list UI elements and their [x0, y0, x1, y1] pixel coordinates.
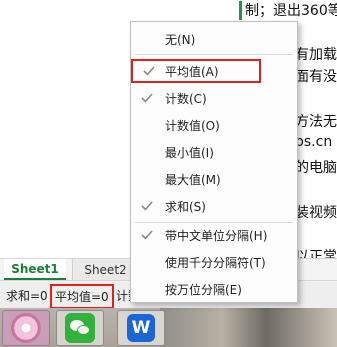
menu-item-label: 带中文单位分隔(H): [165, 228, 268, 243]
menu-item-label: 按万位分隔(E): [165, 282, 242, 297]
status-sum[interactable]: 求和=0: [6, 287, 48, 304]
menu-item-count[interactable]: 计数(C): [131, 86, 297, 110]
checkmark-icon: [141, 201, 153, 211]
doc-line: 的电脑: [295, 160, 337, 176]
doc-line: 制；退出360等: [245, 3, 337, 19]
checkmark-icon: [141, 93, 153, 103]
menu-item-count-values[interactable]: 计数值(O): [131, 113, 297, 137]
menu-item-sum[interactable]: 求和(S): [131, 194, 297, 218]
doc-line: 面有没: [295, 69, 337, 85]
tab-sheet2[interactable]: Sheet2: [72, 259, 138, 280]
status-average[interactable]: 平均值=0: [50, 284, 114, 309]
menu-item-ten-thousand-separator[interactable]: 按万位分隔(E): [131, 277, 297, 301]
menu-item-label: 使用千分分隔符(T): [165, 255, 266, 270]
checkmark-icon: [141, 230, 153, 240]
menu-item-none[interactable]: 无(N): [131, 27, 297, 51]
menu-item-label: 计数值(O): [165, 118, 220, 133]
taskbar: W: [0, 308, 337, 347]
doc-line: 有加载: [295, 47, 337, 63]
menu-item-label: 平均值(A): [165, 64, 219, 79]
doc-line: 装视频: [295, 205, 337, 221]
status-bar-context-menu: 无(N) 平均值(A) 计数(C) 计数值(O) 最小值(I) 最大值(M) 求…: [130, 21, 298, 303]
menu-item-min[interactable]: 最小值(I): [131, 140, 297, 164]
menu-item-label: 计数(C): [165, 91, 207, 106]
taskbar-wallpaper: [160, 308, 337, 347]
menu-item-label: 求和(S): [165, 199, 206, 214]
taskbar-wps-button[interactable]: W: [117, 310, 165, 346]
menu-item-max[interactable]: 最大值(M): [131, 167, 297, 191]
tab-sheet1[interactable]: Sheet1: [4, 259, 66, 280]
menu-item-label: 无(N): [165, 32, 196, 47]
wechat-icon: [65, 313, 95, 343]
taskbar-wechat-button[interactable]: [56, 310, 104, 346]
menu-item-label: 最大值(M): [165, 172, 221, 187]
menu-item-chinese-unit-separator[interactable]: 带中文单位分隔(H): [131, 223, 297, 247]
green-accent-bar: [239, 1, 242, 20]
menu-item-average[interactable]: 平均值(A): [131, 59, 261, 83]
menu-item-thousands-separator[interactable]: 使用千分分隔符(T): [131, 250, 297, 274]
menu-separator: [135, 54, 293, 55]
doc-line: 方法无: [295, 114, 337, 130]
checkmark-icon: [143, 66, 155, 76]
doc-line: ps.cn: [295, 134, 333, 150]
wps-icon: W: [127, 314, 155, 342]
taskbar-app-button[interactable]: [2, 310, 50, 346]
flower-app-icon: [11, 313, 41, 343]
menu-item-label: 最小值(I): [165, 145, 214, 160]
